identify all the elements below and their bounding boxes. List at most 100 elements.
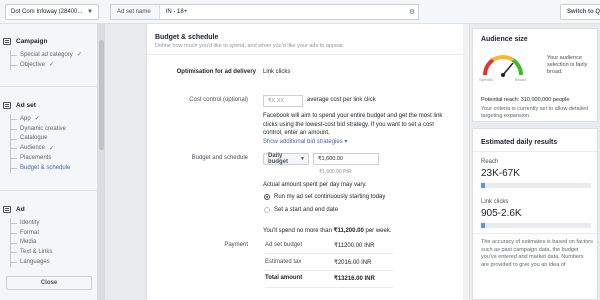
nav-item-special-ad-category[interactable]: Special ad category ✓ [11, 50, 98, 60]
budget-amount-note: ₹1,600.00 INR [319, 169, 352, 175]
nav-item-languages[interactable]: Languages [11, 257, 98, 267]
account-name: Dot Com Infoway (28400... [11, 9, 83, 15]
gauge-right-label: Broad [515, 77, 526, 82]
nav-item-budget-schedule[interactable]: Budget & schedule [11, 163, 98, 173]
nav-item-format[interactable]: Format [11, 228, 98, 238]
link-clicks-label: Link clicks [481, 199, 509, 205]
optimisation-value: Link clicks [263, 69, 291, 75]
gauge-yellow-segment [491, 54, 515, 62]
nav-item-label: Languages [20, 259, 50, 266]
cost-control-input[interactable]: ₹X.XX [263, 95, 303, 107]
campaign-icon [3, 37, 11, 45]
weekly-spend-prefix: You'll spend no more than [263, 228, 334, 234]
radio-run-continuously[interactable] [264, 194, 270, 200]
nav-adset-title: Ad set [16, 101, 36, 109]
divider [265, 287, 393, 288]
nav-item-text-links[interactable]: Text & Links [11, 247, 98, 257]
nav-item-objective[interactable]: Objective ✓ [11, 60, 98, 70]
adset-name-input[interactable]: IN - 18+ [160, 9, 406, 15]
nav-campaign-header[interactable]: Campaign [0, 36, 98, 46]
link-clicks-meter [481, 223, 591, 228]
nav-item-label: Budget & schedule [20, 164, 71, 171]
payment-label: Payment [224, 242, 248, 248]
link-clicks-meter-fill [481, 223, 486, 228]
account-selector[interactable]: Dot Com Infoway (28400... ▼ [5, 4, 99, 20]
nav-campaign-title: Campaign [16, 37, 48, 45]
nav-divider [0, 190, 98, 191]
budget-schedule-label: Budget and schedule [191, 155, 248, 161]
nav-item-label: Audience [20, 145, 46, 152]
audience-summary: Your audience selection is fairly broad. [547, 55, 588, 75]
nav-adset-header[interactable]: Ad set [0, 100, 98, 110]
audience-gauge [482, 54, 524, 77]
gauge-red-segment [482, 58, 495, 76]
nav-item-label: Media [20, 239, 37, 246]
nav-item-audience[interactable]: Audience ✓ [11, 143, 98, 153]
main-scrollbar[interactable] [463, 24, 469, 300]
estimated-results-card: Estimated daily results Reach 23K-67K Li… [472, 128, 598, 300]
reach-value: 23K-67K [481, 168, 520, 179]
switch-button[interactable]: Switch to Q [560, 4, 600, 20]
divider [265, 270, 393, 271]
left-nav-scroll-thumb[interactable] [99, 40, 104, 150]
reach-meter-fill [481, 183, 486, 188]
check-icon: ✓ [76, 52, 82, 59]
gauge-green-segment [511, 58, 524, 76]
gauge-needle [502, 62, 514, 76]
nav-item-label: Special ad category [20, 51, 73, 58]
nav-item-label: Dynamic creative [20, 125, 67, 132]
adset-name-label: Ad set name [111, 5, 160, 19]
adset-name-field[interactable]: Ad set name IN - 18+ ⚙ [110, 4, 419, 20]
chevron-down-icon: ▼ [300, 156, 305, 162]
chevron-down-icon: ▼ [87, 9, 93, 15]
show-bid-strategies-link[interactable]: Show additional bid strategies ▾ [263, 138, 347, 145]
nav-section-ad: Ad Identity Format Media Text & Links La… [0, 204, 98, 267]
optimisation-label: Optimisation for ad delivery [176, 69, 256, 75]
nav-item-identity[interactable]: Identity [11, 218, 98, 228]
criteria-note: Your criteria is currently set to allow … [481, 106, 589, 119]
weekly-spend-amount: ₹11,200.00 [333, 228, 364, 234]
payment-row-value: ₹2016.00 INR [334, 260, 372, 266]
audience-size-title: Audience size [481, 36, 528, 43]
cost-control-suffix: average cost per link click [307, 97, 376, 103]
budget-type-value: Daily budget [268, 153, 288, 165]
payment-row-name: Ad set budget [265, 242, 303, 248]
divider [473, 233, 597, 234]
nav-item-dynamic-creative[interactable]: Dynamic creative [11, 124, 98, 134]
nav-item-label: Objective [20, 61, 46, 68]
nav-item-catalogue[interactable]: Catalogue [11, 134, 98, 144]
nav-item-app[interactable]: App ✓ [11, 114, 98, 124]
divider [473, 151, 597, 152]
divider [147, 54, 471, 55]
payment-row-name: Estimated tax [265, 259, 302, 265]
radio-start-end-date[interactable] [264, 207, 270, 213]
radio-run-continuously-label: Run my ad set continuously starting toda… [274, 194, 386, 200]
budget-amount-input[interactable]: ₹1,600.00 [313, 153, 379, 165]
audience-size-card: Audience size Specific Broad Your audien… [472, 28, 598, 122]
payment-row-value: ₹13216.00 INR [334, 276, 375, 282]
close-button[interactable]: Close [6, 276, 92, 290]
nav-item-label: Identity [20, 219, 40, 226]
check-icon: ✓ [34, 116, 40, 123]
payment-row-name: Total amount [265, 275, 303, 281]
nav-item-media[interactable]: Media [11, 238, 98, 248]
ad-icon [3, 205, 11, 213]
estimated-results-title: Estimated daily results [481, 139, 558, 146]
radio-start-end-date-label: Set a start and end date [274, 207, 339, 213]
nav-item-placements[interactable]: Placements [11, 153, 98, 163]
budget-type-select[interactable]: Daily budget ▼ [263, 153, 309, 165]
nav-item-label: Text & Links [20, 249, 53, 256]
gear-icon[interactable]: ⚙ [406, 8, 418, 16]
reach-label: Reach [481, 159, 499, 165]
nav-item-label: Placements [20, 155, 52, 162]
check-icon: ✓ [49, 62, 55, 69]
nav-item-label: Format [20, 229, 40, 236]
nav-ad-header[interactable]: Ad [0, 204, 98, 214]
section-title: Budget & schedule [155, 34, 219, 41]
nav-ad-list: Identity Format Media Text & Links Langu… [10, 218, 98, 267]
cost-control-help: Facebook will aim to spend your entire b… [263, 113, 443, 137]
gauge-left-label: Specific [479, 77, 494, 82]
potential-reach: Potential reach: 310,000,000 people [481, 97, 570, 103]
check-icon: ✓ [49, 145, 55, 152]
nav-item-label: Catalogue [20, 135, 48, 142]
